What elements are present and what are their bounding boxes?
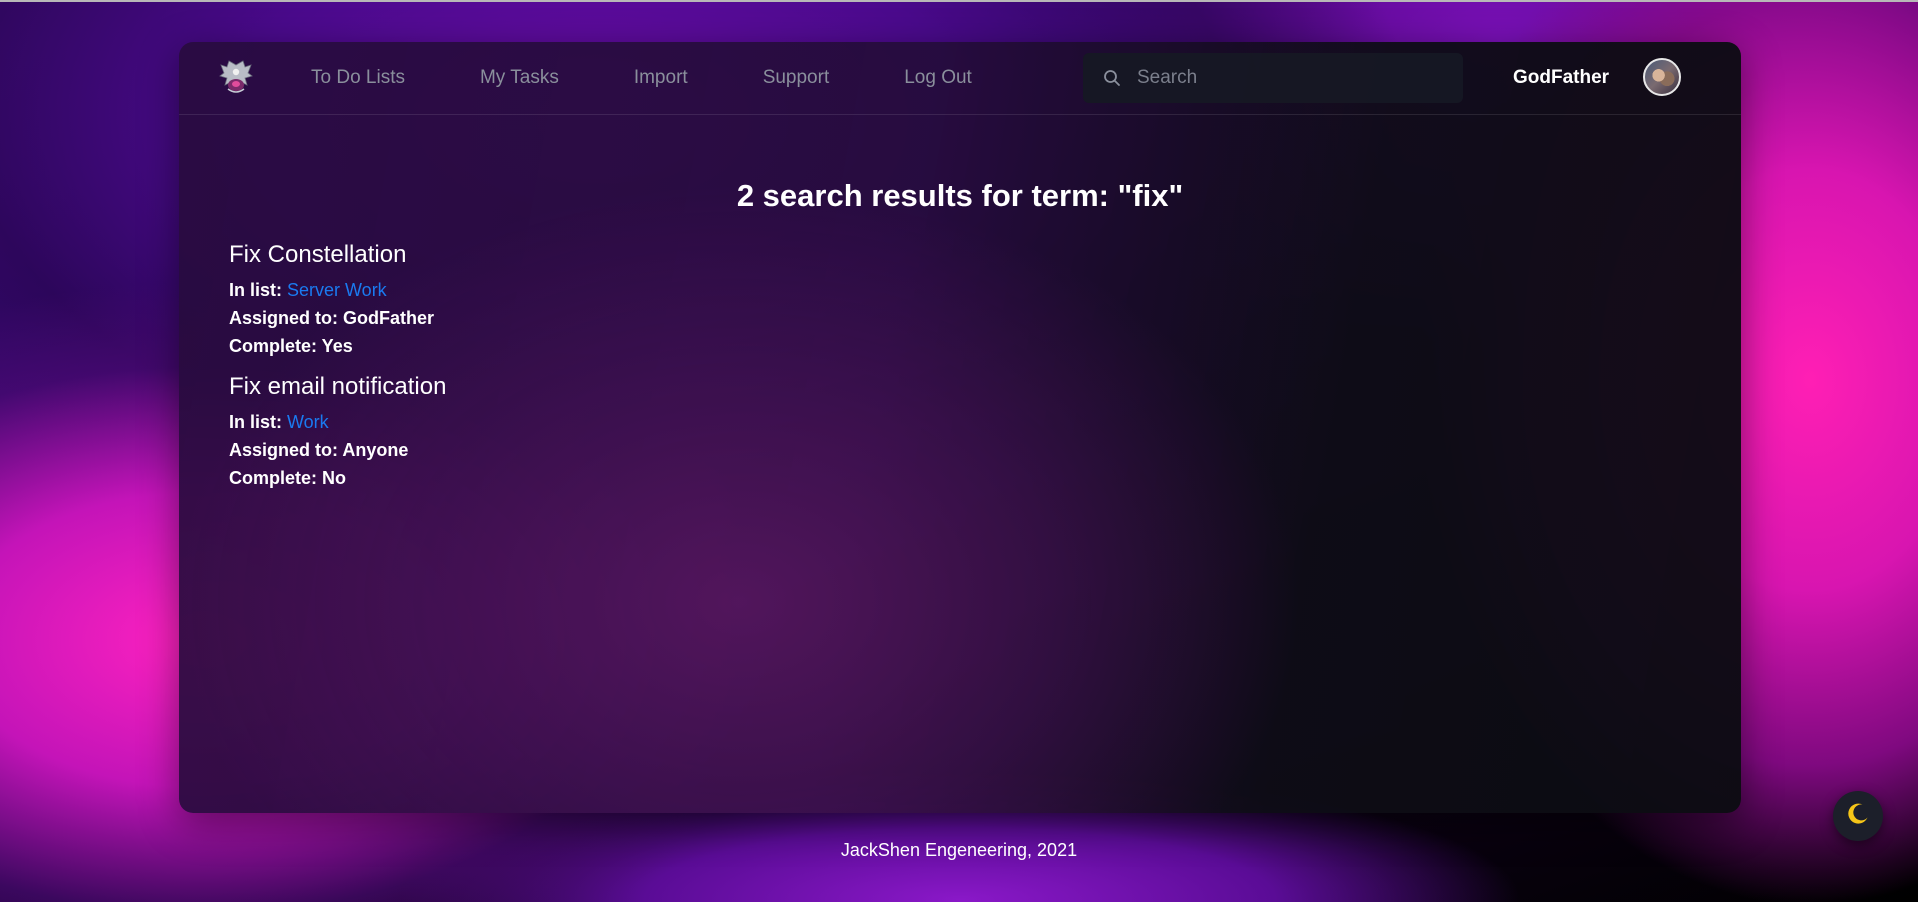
task-list-prefix: In list: (229, 280, 287, 300)
search-icon (1103, 69, 1121, 87)
task-list-line: In list: Server Work (229, 276, 446, 304)
task-assigned: Assigned to: Anyone (229, 440, 409, 460)
task-list-line: In list: Work (229, 408, 446, 436)
task-complete: Complete: No (229, 468, 346, 488)
task-title: Fix Constellation (229, 241, 407, 268)
search-box[interactable] (1083, 53, 1463, 103)
theme-toggle-button[interactable] (1833, 791, 1883, 841)
footer-text: JackShen Engeneering, 2021 (840, 840, 1078, 860)
search-result-item: Fix email notification In list: Work Ass… (229, 372, 446, 492)
search-results-list: Fix Constellation In list: Server Work A… (229, 240, 446, 504)
moon-icon (1845, 801, 1871, 832)
task-list-link[interactable]: Server Work (287, 280, 387, 300)
nav-link-my-tasks[interactable]: My Tasks (480, 67, 559, 89)
navbar: To Do Lists My Tasks Import Support Log … (179, 42, 1741, 115)
task-assigned: Assigned to: GodFather (229, 308, 435, 328)
task-complete: Complete: Yes (229, 336, 353, 356)
nav-link-support[interactable]: Support (763, 67, 830, 89)
task-list-link[interactable]: Work (287, 412, 329, 432)
search-input[interactable] (1135, 66, 1439, 90)
user-avatar[interactable] (1643, 58, 1681, 96)
task-list-prefix: In list: (229, 412, 287, 432)
nav-link-import[interactable]: Import (634, 67, 688, 89)
nav-link-log-out[interactable]: Log Out (904, 67, 972, 89)
username-label[interactable]: GodFather (1513, 42, 1609, 114)
window-top-border (0, 0, 1918, 2)
main-panel: To Do Lists My Tasks Import Support Log … (179, 42, 1741, 813)
eagle-crest-logo-icon[interactable] (217, 59, 255, 97)
search-results-heading: 2 search results for term: "fix" (736, 178, 1184, 213)
task-title: Fix email notification (229, 373, 447, 400)
nav-link-to-do-lists[interactable]: To Do Lists (311, 67, 405, 89)
search-result-item: Fix Constellation In list: Server Work A… (229, 240, 446, 360)
nav-links: To Do Lists My Tasks Import Support Log … (311, 42, 972, 114)
